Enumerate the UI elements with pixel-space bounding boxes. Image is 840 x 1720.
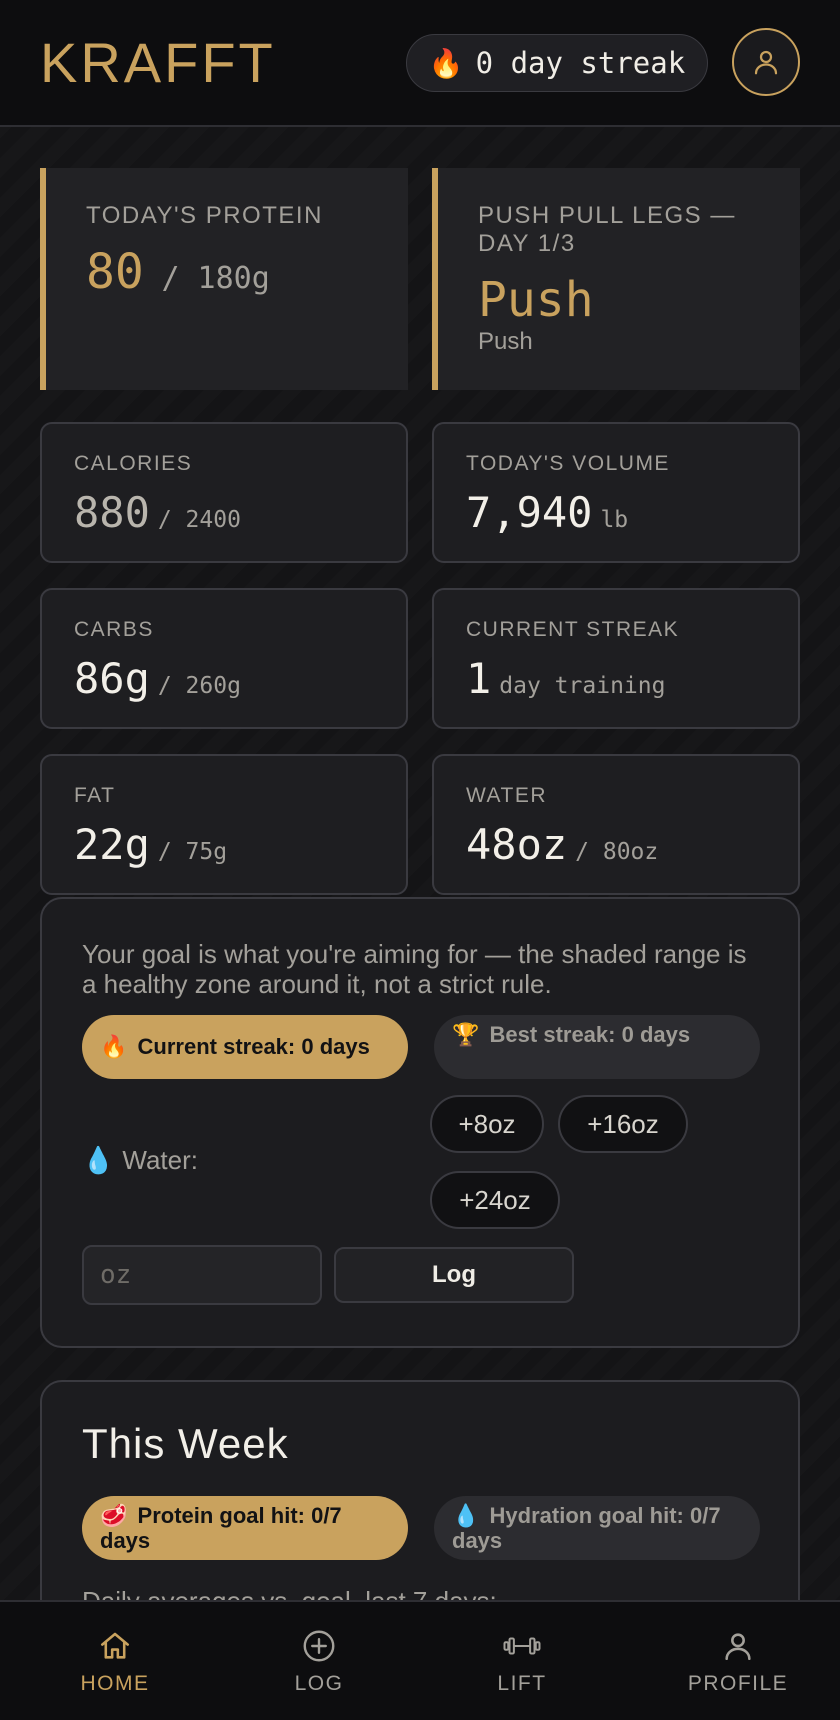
water-target: / 80oz [575,839,659,865]
app-header: KRAFFT 🔥 0 day streak [0,0,840,127]
carbs-target: / 260g [157,673,241,699]
carbs-label: CARBS [74,618,154,641]
calories-card[interactable]: CALORIES 880 / 2400 [40,422,408,563]
streak-badge[interactable]: 🔥 0 day streak [406,34,708,92]
water-drop-icon: 💧 [452,1504,480,1529]
water-drop-icon: 💧 [82,1145,115,1176]
protein-goal-badge: 🥩 Protein goal hit: 0/7 days [82,1496,408,1560]
water-label: WATER [466,784,547,807]
flame-icon: 🔥 [100,1034,128,1060]
training-streak-value: 1 [466,654,492,703]
water-oz-input[interactable] [82,1245,322,1305]
user-icon [725,1633,751,1661]
split-day-sub: Push [478,328,533,355]
add-8oz-button[interactable]: +8oz [430,1095,544,1153]
water-log-label: 💧 Water: [82,1145,198,1176]
fat-target: / 75g [157,839,228,865]
water-label-text: Water: [122,1145,198,1175]
split-day-name: Push [478,272,594,328]
current-streak-text: Current streak: 0 days [137,1033,370,1059]
split-label: PUSH PULL LEGS — DAY 1/3 [478,202,736,257]
trophy-icon: 🏆 [452,1023,480,1048]
home-icon [100,1632,130,1659]
nav-lift-label: LIFT [497,1672,547,1695]
nav-lift[interactable]: LIFT [408,1602,636,1720]
hydration-goal-badge: 💧 Hydration goal hit: 0/7 days [434,1496,760,1560]
protein-label: TODAY'S PROTEIN [86,202,323,229]
this-week-title: This Week [82,1420,289,1467]
fat-value: 22g [74,820,150,869]
calories-target: / 2400 [157,507,241,533]
profile-avatar-button[interactable] [732,28,800,96]
best-streak-text: Best streak: 0 days [489,1022,691,1047]
plus-circle-icon [303,1630,335,1662]
training-streak-card[interactable]: CURRENT STREAK 1 day training [432,588,800,729]
current-streak-badge: 🔥 Current streak: 0 days [82,1015,408,1079]
add-24oz-button[interactable]: +24oz [430,1171,560,1229]
fat-card[interactable]: FAT 22g / 75g [40,754,408,895]
volume-label: TODAY'S VOLUME [466,452,670,475]
dumbbell-icon [503,1637,541,1655]
protein-value-row: 80 / 180g [86,244,270,300]
protein-goal-text: Protein goal hit: 0/7 days [100,1502,342,1553]
fat-label: FAT [74,784,116,807]
protein-target: / 180g [161,261,270,296]
water-card[interactable]: WATER 48oz / 80oz [432,754,800,895]
best-streak-badge: 🏆 Best streak: 0 days [434,1015,760,1079]
protein-hero-card[interactable]: TODAY'S PROTEIN 80 / 180g [40,168,408,390]
calories-label: CALORIES [74,452,193,475]
nav-home-label: HOME [80,1672,150,1695]
log-water-button[interactable]: Log [334,1247,574,1303]
training-streak-unit: day training [499,673,666,699]
volume-value: 7,940 [466,488,593,537]
split-hero-card[interactable]: PUSH PULL LEGS — DAY 1/3 Push Push [432,168,800,390]
nav-log[interactable]: LOG [230,1602,408,1720]
carbs-value: 86g [74,654,150,703]
bottom-navigation: HOME LOG LIFT PROFILE [0,1600,840,1720]
carbs-card[interactable]: CARBS 86g / 260g [40,588,408,729]
goal-range-note: Your goal is what you're aiming for — th… [82,939,747,999]
streak-badge-text: 0 day streak [475,46,686,80]
add-16oz-button[interactable]: +16oz [558,1095,688,1153]
water-value: 48oz [466,820,568,869]
nav-home[interactable]: HOME [0,1602,230,1720]
app-logo[interactable]: KRAFFT [40,30,276,95]
volume-unit: lb [600,507,629,533]
hydration-panel: Your goal is what you're aiming for — th… [40,897,800,1348]
flame-icon: 🔥 [428,46,464,80]
protein-value: 80 [86,244,144,300]
user-icon [754,50,778,75]
nav-profile[interactable]: PROFILE [636,1602,840,1720]
nav-profile-label: PROFILE [687,1672,789,1695]
volume-card[interactable]: TODAY'S VOLUME 7,940 lb [432,422,800,563]
training-streak-label: CURRENT STREAK [466,618,680,641]
calories-value: 880 [74,488,150,537]
meat-icon: 🥩 [100,1503,128,1529]
hydration-goal-text: Hydration goal hit: 0/7 days [452,1503,721,1553]
nav-log-label: LOG [294,1672,344,1695]
